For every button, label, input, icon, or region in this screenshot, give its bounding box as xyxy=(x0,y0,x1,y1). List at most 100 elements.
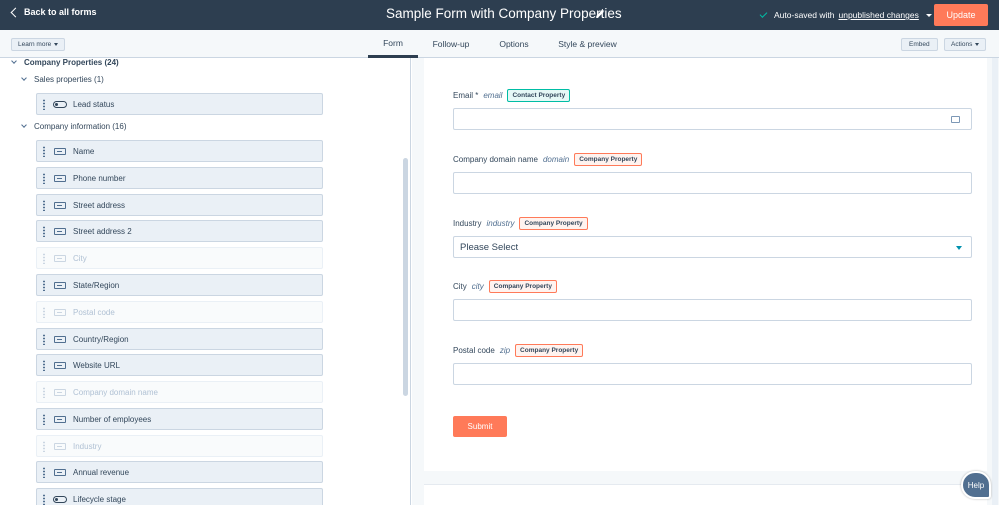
group-company-information[interactable]: Company information (16) xyxy=(21,122,127,131)
help-button[interactable]: Help xyxy=(961,471,991,499)
pencil-icon[interactable] xyxy=(595,9,605,19)
chevron-left-icon xyxy=(10,7,21,18)
field-street-address-2[interactable]: Street address 2 xyxy=(36,220,323,242)
learn-more-label: Learn more xyxy=(18,41,52,48)
form-title[interactable]: Sample Form with Company Properties xyxy=(386,6,622,21)
contact-property-badge: Contact Property xyxy=(507,89,571,102)
drag-handle-icon xyxy=(43,441,45,452)
drag-handle-icon[interactable] xyxy=(43,173,45,184)
drag-handle-icon[interactable] xyxy=(43,146,45,157)
city-input[interactable] xyxy=(453,299,972,321)
industry-select[interactable]: Please Select xyxy=(453,236,972,258)
field-name: Email * xyxy=(453,91,479,100)
unpublished-changes-link[interactable]: unpublished changes xyxy=(838,10,918,20)
field-number-of-employees[interactable]: Number of employees xyxy=(36,408,323,430)
toggle-icon xyxy=(53,101,67,108)
text-field-icon xyxy=(54,416,66,423)
form-field-label-industry[interactable]: Industry industry Company Property xyxy=(453,217,588,230)
learn-more-button[interactable]: Learn more xyxy=(11,38,66,51)
email-input[interactable] xyxy=(453,108,972,130)
tab-options[interactable]: Options xyxy=(495,30,533,58)
caret-down-icon xyxy=(975,43,980,46)
field-country-region[interactable]: Country/Region xyxy=(36,328,323,350)
autosave-text: Auto-saved with xyxy=(774,10,835,20)
drag-handle-icon[interactable] xyxy=(43,414,45,425)
internal-name: industry xyxy=(486,219,515,228)
caret-down-icon[interactable] xyxy=(925,13,932,17)
company-property-badge: Company Property xyxy=(519,217,588,230)
field-postal-code: Postal code xyxy=(36,301,323,323)
field-label: Annual revenue xyxy=(73,468,130,477)
form-field-label-domain[interactable]: Company domain name domain Company Prope… xyxy=(453,153,643,166)
field-annual-revenue[interactable]: Annual revenue xyxy=(36,461,323,483)
drag-handle-icon xyxy=(43,253,45,264)
drag-handle-icon[interactable] xyxy=(43,360,45,371)
actions-label: Actions xyxy=(951,41,973,48)
field-state-region[interactable]: State/Region xyxy=(36,274,323,296)
field-lead-status[interactable]: Lead status xyxy=(36,93,323,115)
group-title: Sales properties (1) xyxy=(34,75,104,84)
text-field-icon xyxy=(54,202,66,209)
back-to-forms-link[interactable]: Back to all forms xyxy=(10,7,97,18)
next-form-card xyxy=(424,484,987,505)
group-company-properties[interactable]: Company Properties (24) xyxy=(11,58,119,67)
drag-handle-icon[interactable] xyxy=(43,226,45,237)
field-name[interactable]: Name xyxy=(36,140,323,162)
drag-handle-icon[interactable] xyxy=(43,467,45,478)
group-sales-properties[interactable]: Sales properties (1) xyxy=(21,75,104,84)
field-label: Street address xyxy=(73,201,126,210)
text-field-icon xyxy=(54,175,66,182)
domain-input[interactable] xyxy=(453,172,972,194)
text-field-icon xyxy=(54,336,66,343)
field-label: Lead status xyxy=(73,100,115,109)
tab-follow-up[interactable]: Follow-up xyxy=(428,30,474,58)
field-website-url[interactable]: Website URL xyxy=(36,354,323,376)
group-title: Company information (16) xyxy=(34,122,127,131)
drag-handle-icon xyxy=(43,307,45,318)
field-name: City xyxy=(453,282,467,291)
field-street-address[interactable]: Street address xyxy=(36,194,323,216)
caret-down-icon xyxy=(21,75,27,81)
field-name: Postal code xyxy=(453,346,495,355)
form-field-label-zip[interactable]: Postal code zip Company Property xyxy=(453,344,584,357)
form-card: Email * email Contact Property Company d… xyxy=(424,58,987,471)
text-field-icon xyxy=(54,469,66,476)
field-label: Country/Region xyxy=(73,335,129,344)
update-button[interactable]: Update xyxy=(934,4,988,26)
form-field-label-city[interactable]: City city Company Property xyxy=(453,280,557,293)
postal-code-input[interactable] xyxy=(453,363,972,385)
field-label: Website URL xyxy=(73,361,120,370)
sidebar-scrollbar[interactable] xyxy=(403,158,408,396)
tab-form[interactable]: Form xyxy=(368,30,418,58)
text-field-icon xyxy=(54,389,66,396)
field-name: Company domain name xyxy=(453,155,538,164)
text-field-icon xyxy=(54,148,66,155)
company-property-badge: Company Property xyxy=(488,280,557,293)
drag-handle-icon[interactable] xyxy=(43,334,45,345)
field-lifecycle-stage[interactable]: Lifecycle stage xyxy=(36,488,323,505)
field-phone-number[interactable]: Phone number xyxy=(36,167,323,189)
drag-handle-icon[interactable] xyxy=(43,99,45,110)
actions-button[interactable]: Actions xyxy=(944,38,987,51)
field-label: Industry xyxy=(73,442,102,451)
submit-button[interactable]: Submit xyxy=(453,416,507,437)
embed-button[interactable]: Embed xyxy=(901,38,938,51)
field-label: City xyxy=(73,254,87,263)
drag-handle-icon[interactable] xyxy=(43,494,45,505)
text-field-icon xyxy=(54,282,66,289)
text-field-icon xyxy=(54,255,66,262)
tab-style-preview[interactable]: Style & preview xyxy=(555,30,620,58)
sub-bar: Learn more Form Follow-up Options Style … xyxy=(0,30,999,58)
internal-name: email xyxy=(483,91,503,100)
contact-card-icon xyxy=(951,116,960,123)
caret-down-icon xyxy=(956,246,962,250)
preview-scrollbar[interactable] xyxy=(992,58,998,505)
form-preview: Email * email Contact Property Company d… xyxy=(412,58,999,505)
properties-sidebar: Company Properties (24) Sales properties… xyxy=(0,58,411,505)
autosave-status: Auto-saved with unpublished changes xyxy=(759,10,932,20)
drag-handle-icon[interactable] xyxy=(43,280,45,291)
drag-handle-icon[interactable] xyxy=(43,200,45,211)
field-industry: Industry xyxy=(36,435,323,457)
form-field-label-email[interactable]: Email * email Contact Property xyxy=(453,89,571,102)
field-label: Phone number xyxy=(73,174,126,183)
